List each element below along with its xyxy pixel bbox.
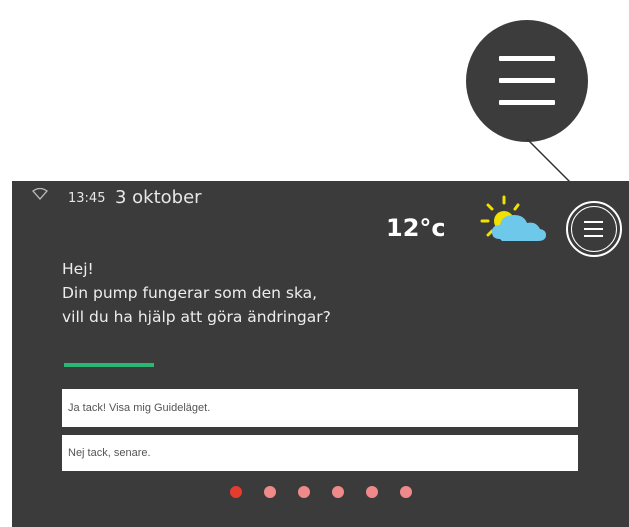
outdoor-temperature: 12°c bbox=[386, 214, 446, 242]
status-date: 3 oktober bbox=[115, 187, 202, 208]
welcome-message: Hej! Din pump fungerar som den ska, vill… bbox=[62, 257, 331, 329]
status-time: 13:45 bbox=[68, 191, 106, 206]
message-line: vill du ha hjälp att göra ändringar? bbox=[62, 308, 331, 326]
pager-dot[interactable] bbox=[400, 486, 412, 498]
pager-dot[interactable] bbox=[264, 486, 276, 498]
option-label: Nej tack, senare. bbox=[68, 447, 151, 459]
pager-dot[interactable] bbox=[332, 486, 344, 498]
message-line: Hej! bbox=[62, 260, 94, 278]
partly-sunny-icon bbox=[480, 195, 546, 241]
message-line: Din pump fungerar som den ska, bbox=[62, 284, 318, 302]
option-yes-guide-mode[interactable]: Ja tack! Visa mig Guideläget. bbox=[62, 389, 578, 427]
progress-bar bbox=[64, 363, 154, 367]
pager-dot[interactable] bbox=[366, 486, 378, 498]
option-label: Ja tack! Visa mig Guideläget. bbox=[68, 402, 211, 414]
option-no-later[interactable]: Nej tack, senare. bbox=[62, 435, 578, 471]
hamburger-menu-icon-zoomed bbox=[499, 53, 555, 109]
menu-button[interactable] bbox=[566, 201, 622, 257]
device-screen: 13:45 3 oktober 12°c Hej! Din pump funge… bbox=[12, 181, 629, 527]
hamburger-menu-icon bbox=[571, 206, 617, 252]
pager-dot[interactable] bbox=[230, 486, 242, 498]
zoomed-menu-callout bbox=[466, 20, 588, 142]
pager-dot[interactable] bbox=[298, 486, 310, 498]
wifi-icon bbox=[32, 188, 48, 200]
